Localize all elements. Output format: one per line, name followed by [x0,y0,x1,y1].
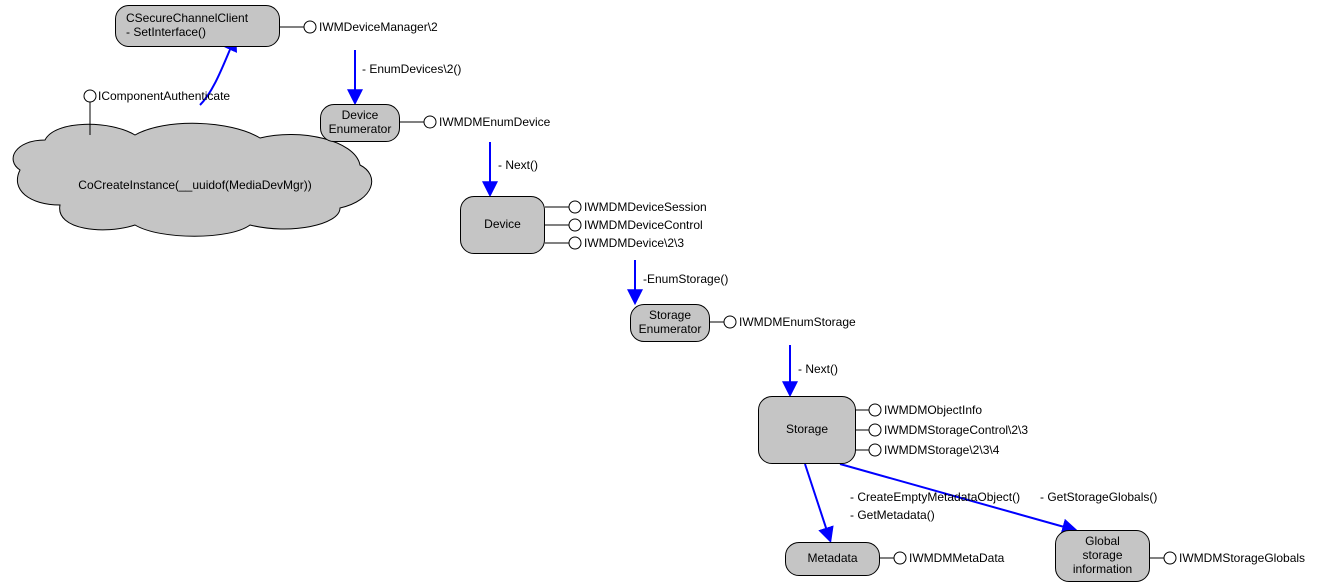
edge-next-2: - Next() [798,362,838,376]
node-device: Device [460,196,545,254]
edge-next-1: - Next() [498,158,538,172]
edge-getmetadata: - GetMetadata() [850,508,935,522]
node-global-storage-info: Globalstorageinformation [1055,530,1150,582]
interface-iwmdmobjectinfo: IWMDMObjectInfo [884,403,982,417]
interface-iwmdmenumstorage: IWMDMEnumStorage [739,315,856,329]
interface-iwmdmmetadata: IWMDMMetaData [909,551,1004,565]
diagram-canvas: CSecureChannelClient- SetInterface() CoC… [0,0,1324,587]
edge-enumdevices: - EnumDevices\2() [362,62,461,76]
interface-iwmdmstoragecontrol: IWMDMStorageControl\2\3 [884,423,1028,437]
node-storage: Storage [758,396,856,464]
node-label: Globalstorageinformation [1073,535,1132,576]
interface-iwmdmdevicesession: IWMDMDeviceSession [584,200,707,214]
edge-enumstorage: -EnumStorage() [643,272,728,286]
interface-iwmdmstorage: IWMDMStorage\2\3\4 [884,443,999,457]
interface-iwmdmdevice: IWMDMDevice\2\3 [584,236,684,250]
interface-iwmdmdevicecontrol: IWMDMDeviceControl [584,218,703,232]
node-device-enumerator: DeviceEnumerator [320,104,400,142]
node-label: CoCreateInstance(__uuidof(MediaDevMgr)) [78,178,311,192]
node-label: StorageEnumerator [639,309,702,337]
node-label: DeviceEnumerator [329,109,392,137]
node-label: Storage [786,423,828,437]
node-storage-enumerator: StorageEnumerator [630,304,710,342]
node-label: CSecureChannelClient- SetInterface() [126,12,248,40]
interface-icomponentauthenticate: IComponentAuthenticate [98,89,230,103]
interface-iwmdevicemanager: IWMDeviceManager\2 [319,20,438,34]
edge-getstorageglobals: - GetStorageGlobals() [1040,490,1157,504]
interface-iwmdmstorageglobals: IWMDMStorageGlobals [1179,551,1305,565]
interface-iwmdmenumdevice: IWMDMEnumDevice [439,115,550,129]
edge-createemptymetadata: - CreateEmptyMetadataObject() [850,490,1020,504]
node-secure-channel-client: CSecureChannelClient- SetInterface() [115,5,280,47]
node-label: Metadata [807,552,857,566]
node-cocreateinstance-cloud: CoCreateInstance(__uuidof(MediaDevMgr)) [10,130,380,240]
node-label: Device [484,218,521,232]
node-metadata: Metadata [785,542,880,576]
